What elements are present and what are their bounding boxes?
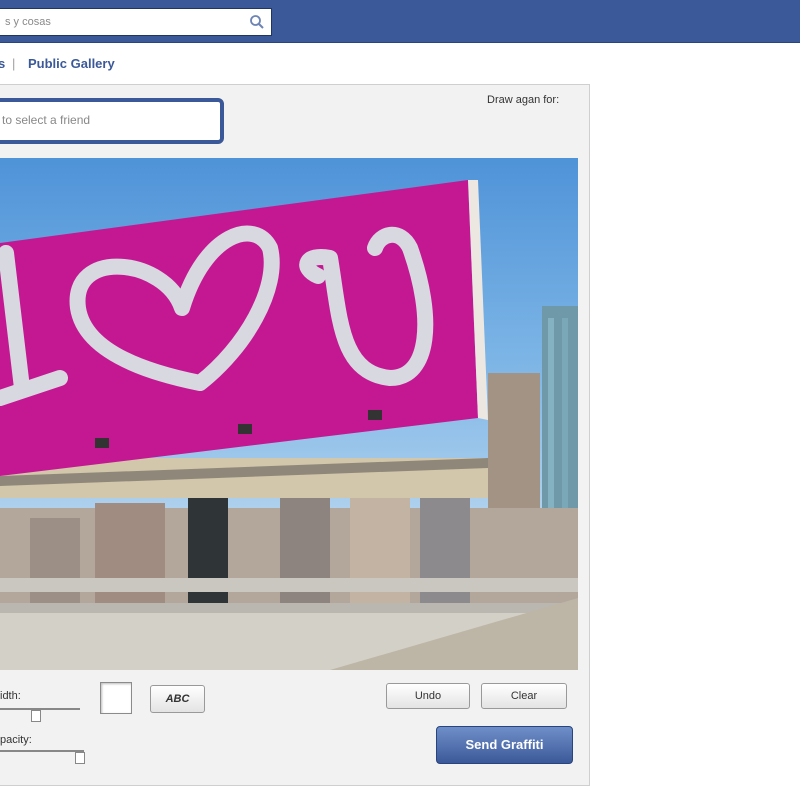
draw-again-label: Draw agan for: xyxy=(487,94,560,106)
opacity-label: pacity: xyxy=(0,734,32,746)
color-picker-swatch[interactable] xyxy=(100,682,132,714)
text-tool-button[interactable]: ABC xyxy=(150,685,205,713)
billboard-photo xyxy=(0,180,578,670)
opacity-slider-knob[interactable] xyxy=(74,752,85,764)
search-input[interactable]: s y cosas xyxy=(0,8,272,36)
public-gallery-link[interactable]: Public Gallery xyxy=(28,56,115,71)
top-bar: s y cosas xyxy=(0,0,800,43)
opacity-slider-track[interactable] xyxy=(0,750,84,752)
brush-width-label: idth: xyxy=(0,690,21,702)
brush-width-slider-knob[interactable] xyxy=(31,710,41,722)
send-graffiti-button[interactable]: Send Graffiti xyxy=(436,726,573,764)
friend-selector-input[interactable]: to select a friend xyxy=(0,98,224,144)
graffiti-canvas[interactable] xyxy=(0,158,578,670)
previous-link[interactable]: s xyxy=(0,56,5,71)
search-placeholder: s y cosas xyxy=(5,16,51,28)
clear-button[interactable]: Clear xyxy=(481,683,567,709)
friend-placeholder: to select a friend xyxy=(2,113,91,127)
undo-button[interactable]: Undo xyxy=(386,683,470,709)
link-separator: | xyxy=(12,56,16,71)
search-icon[interactable] xyxy=(249,14,265,30)
